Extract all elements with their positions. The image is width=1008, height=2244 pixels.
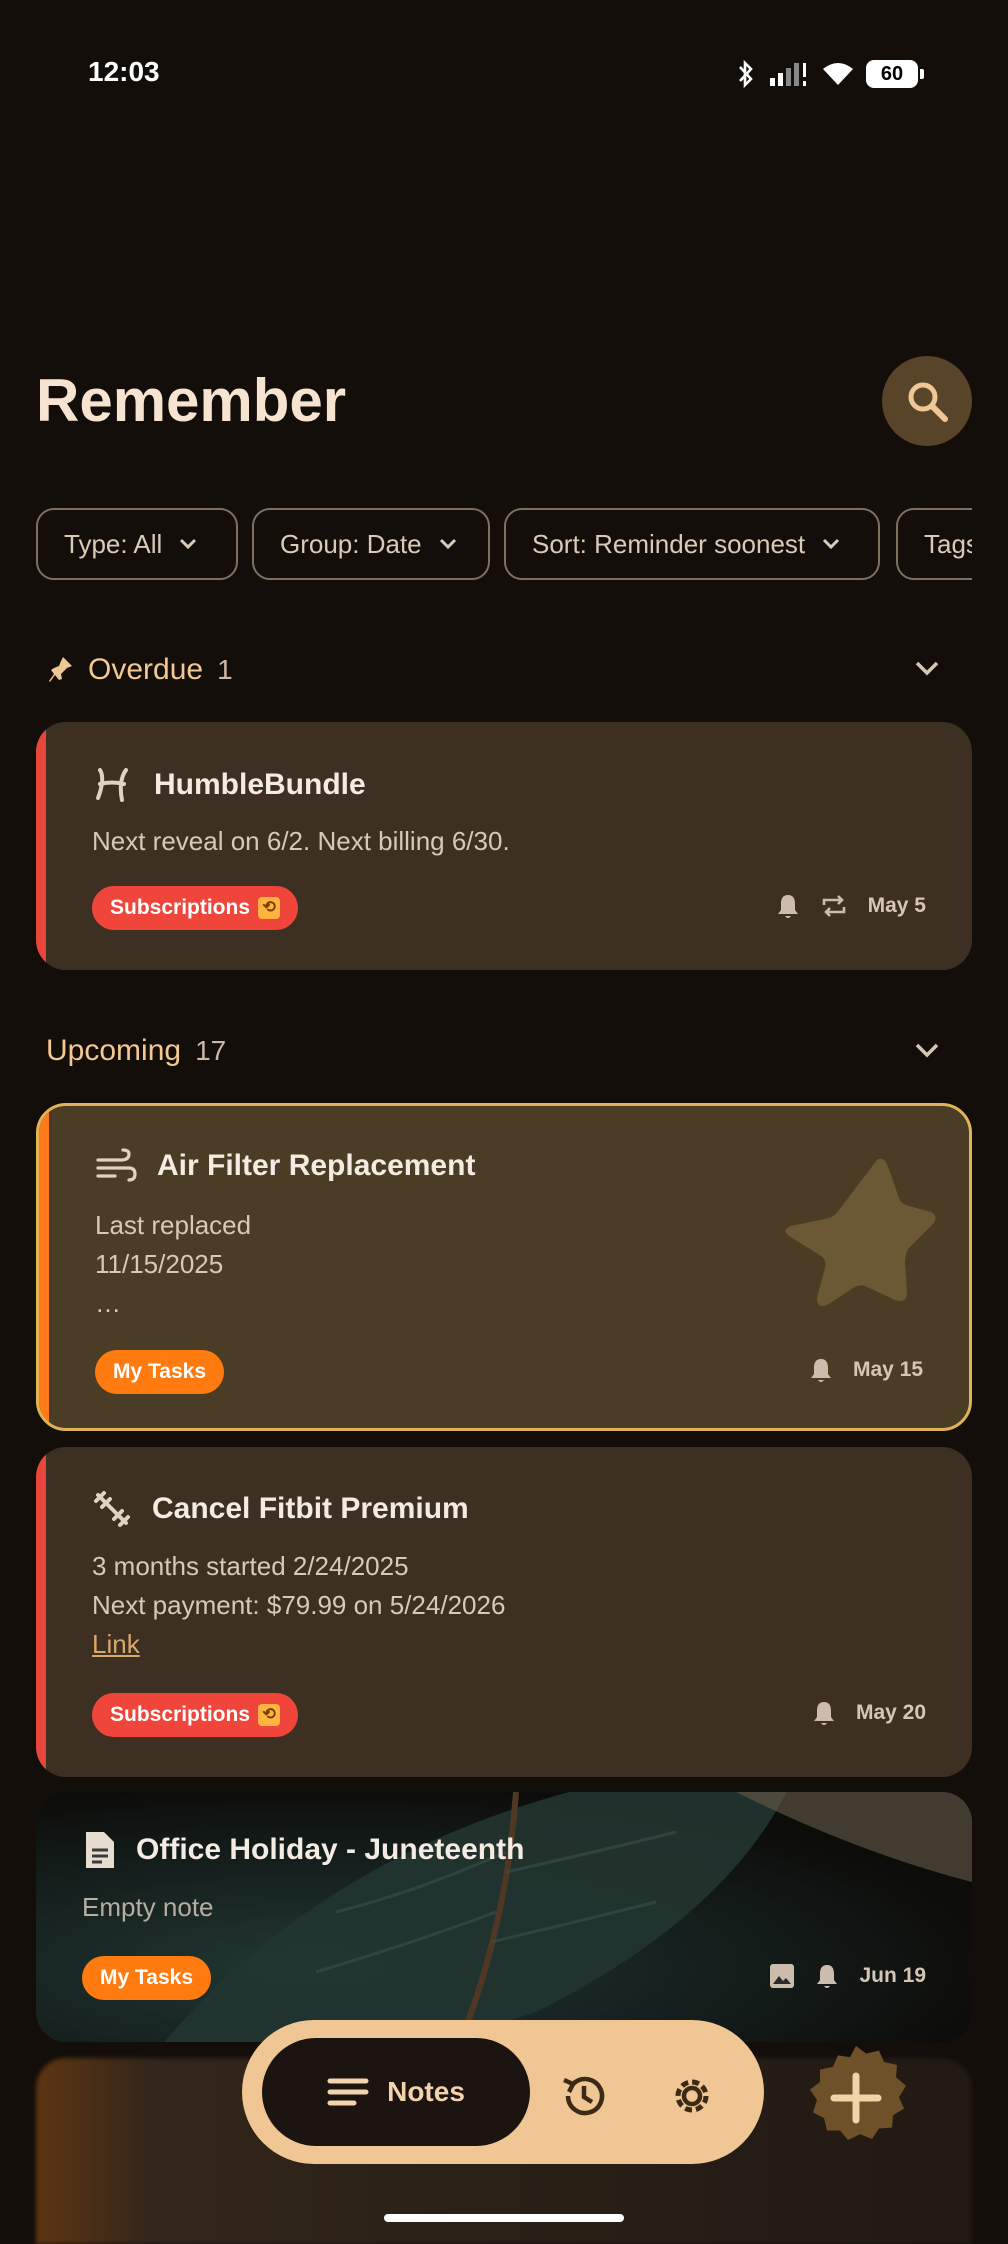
chip-label: Type: All: [64, 528, 163, 559]
card-title: HumbleBundle: [154, 768, 366, 801]
add-note-button[interactable]: [796, 2036, 916, 2156]
card-meta: Jun 19: [769, 1962, 926, 1990]
chip-label: Tags: [924, 528, 972, 559]
search-button[interactable]: [882, 356, 972, 446]
air-icon: [96, 1148, 137, 1182]
reminder-date: May 15: [852, 1358, 923, 1381]
battery-indicator: 60: [866, 60, 924, 88]
tag-label: Subscriptions: [110, 1703, 251, 1726]
notes-tab[interactable]: Notes: [262, 2038, 530, 2146]
search-icon: [908, 382, 948, 422]
card-body: Next reveal on 6/2. Next billing 6/30.: [92, 822, 510, 861]
chip-label: Sort: Reminder soonest: [532, 528, 806, 559]
tags-filter-chip[interactable]: Tags: [896, 508, 972, 580]
reminder-date: May 20: [855, 1701, 926, 1724]
signal-icon: [770, 63, 806, 86]
tag-chip[interactable]: Subscriptions ⟲: [92, 1693, 299, 1737]
card-body-line: 3 months started 2/24/2025: [92, 1551, 409, 1581]
page-title: Remember: [36, 367, 347, 434]
card-title: Air Filter Replacement: [157, 1149, 476, 1182]
note-link[interactable]: Link: [92, 1625, 505, 1664]
document-icon: [86, 1832, 114, 1868]
group-filter-chip[interactable]: Group: Date: [252, 508, 490, 580]
humble-logo-icon: [96, 768, 128, 802]
tag-label: My Tasks: [100, 1966, 193, 1989]
wifi-icon: [823, 63, 853, 85]
bell-icon: [817, 1965, 838, 1988]
home-indicator: [384, 2214, 624, 2222]
section-title: Upcoming: [46, 1034, 182, 1067]
section-count: 17: [195, 1035, 227, 1066]
collapse-upcoming-chevron-icon[interactable]: [914, 1041, 940, 1061]
card-color-stripe: [39, 1106, 49, 1428]
bell-icon: [777, 895, 798, 918]
bluetooth-icon: [739, 60, 753, 88]
section-title: Overdue: [88, 653, 204, 686]
chevron-down-icon: [180, 538, 197, 550]
repeat-icon: [822, 895, 845, 917]
notes-list-icon: [327, 2078, 369, 2106]
type-filter-chip[interactable]: Type: All: [36, 508, 238, 580]
status-icons: 60: [736, 56, 924, 92]
card-title: Cancel Fitbit Premium: [152, 1492, 469, 1525]
card-body-line: …: [95, 1288, 121, 1318]
note-card[interactable]: HumbleBundle Next reveal on 6/2. Next bi…: [36, 722, 972, 970]
tag-label: Subscriptions: [110, 896, 251, 919]
card-title-row: Air Filter Replacement: [95, 1148, 475, 1184]
bell-icon: [813, 1702, 834, 1725]
collapse-overdue-chevron-icon[interactable]: [914, 659, 940, 679]
card-body-line: Next payment: $79.99 on 5/24/2026: [92, 1590, 506, 1620]
tag-chip[interactable]: My Tasks: [82, 1956, 211, 2000]
card-body-line: Next reveal on 6/2. Next billing 6/30.: [92, 826, 510, 856]
settings-gear-icon[interactable]: [668, 2072, 716, 2120]
card-color-stripe: [36, 1447, 46, 1777]
pin-icon: [49, 657, 72, 682]
section-count: 1: [217, 654, 233, 685]
note-card[interactable]: Cancel Fitbit Premium 3 months started 2…: [36, 1447, 972, 1777]
sort-filter-chip[interactable]: Sort: Reminder soonest: [504, 508, 880, 580]
note-card[interactable]: Air Filter Replacement Last replaced 11/…: [36, 1103, 972, 1431]
card-color-stripe: [36, 722, 46, 970]
bell-icon: [810, 1359, 831, 1382]
star-decoration-icon: [785, 1158, 936, 1306]
tag-chip[interactable]: Subscriptions ⟲: [92, 886, 299, 930]
chevron-down-icon: [823, 538, 840, 550]
card-body-line: Empty note: [82, 1892, 214, 1922]
reminder-date: May 5: [867, 894, 926, 917]
overdue-section-header[interactable]: Overdue 1: [48, 650, 233, 690]
card-meta: May 20: [812, 1699, 926, 1727]
repeat-emoji-icon: ⟲: [258, 1704, 281, 1726]
status-time: 12:03: [88, 56, 160, 87]
card-title-row: HumbleBundle: [92, 764, 366, 806]
notes-tab-label: Notes: [387, 2076, 465, 2107]
card-title-row: Office Holiday - Juneteenth: [82, 1830, 524, 1870]
tag-chip[interactable]: My Tasks: [95, 1350, 224, 1394]
fitness-icon: [94, 1491, 130, 1527]
note-card-with-image[interactable]: Office Holiday - Juneteenth Empty note M…: [36, 1792, 972, 2042]
filter-chips: Type: All Group: Date Sort: Reminder soo…: [36, 508, 972, 582]
reminder-date: Jun 19: [859, 1964, 926, 1987]
card-title-row: Cancel Fitbit Premium: [92, 1489, 469, 1529]
card-body: Empty note: [82, 1888, 214, 1927]
card-meta: May 5: [776, 892, 926, 920]
repeat-emoji-icon: ⟲: [258, 897, 281, 919]
upcoming-section-header[interactable]: Upcoming 17: [46, 1031, 226, 1071]
tag-label: My Tasks: [113, 1360, 206, 1383]
card-meta: May 15: [809, 1356, 923, 1384]
chevron-down-icon: [439, 538, 456, 550]
card-body-line: 11/15/2025: [95, 1249, 224, 1279]
history-icon[interactable]: [560, 2072, 608, 2120]
card-body: 3 months started 2/24/2025 Next payment:…: [92, 1547, 505, 1664]
card-body-line: Last replaced: [95, 1210, 252, 1240]
chip-label: Group: Date: [280, 528, 422, 559]
card-title: Office Holiday - Juneteenth: [136, 1833, 525, 1866]
image-icon: [770, 1964, 795, 1988]
card-body: Last replaced 11/15/2025 …: [95, 1206, 251, 1323]
